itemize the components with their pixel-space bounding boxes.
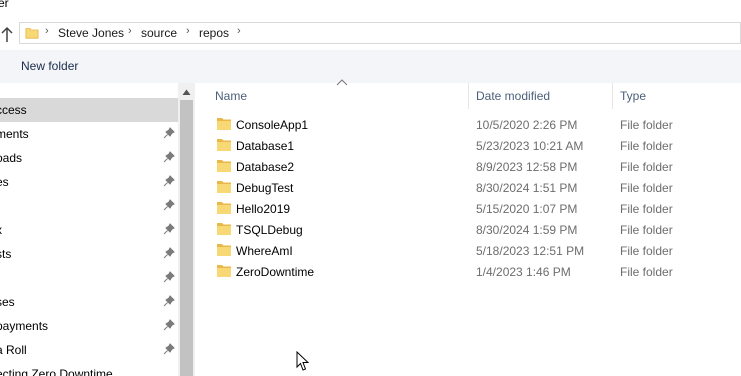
column-divider[interactable] xyxy=(468,83,469,109)
nav-scrollbar[interactable] xyxy=(178,83,195,376)
nav-item[interactable]: ccess xyxy=(0,98,178,122)
file-list: Name Date modified Type ConsoleApp1 10/5/… xyxy=(195,79,741,376)
folder-icon xyxy=(217,181,231,193)
column-header-date-modified[interactable]: Date modified xyxy=(476,89,550,103)
column-header-type[interactable]: Type xyxy=(620,89,646,103)
folder-icon xyxy=(217,118,231,130)
file-name: DebugTest xyxy=(236,181,294,195)
breadcrumb-separator: › xyxy=(128,25,132,37)
file-type: File folder xyxy=(620,181,673,195)
folder-icon xyxy=(25,28,39,39)
file-type: File folder xyxy=(620,118,673,132)
breadcrumb-separator: › xyxy=(237,25,241,37)
pin-icon[interactable] xyxy=(163,319,175,333)
scroll-thumb[interactable] xyxy=(180,100,193,376)
nav-item[interactable]: oads xyxy=(0,146,178,170)
file-date-modified: 1/4/2023 1:46 PM xyxy=(476,265,571,279)
breadcrumb-separator: › xyxy=(45,25,49,37)
file-row[interactable]: Database1 5/23/2023 10:21 AM File folder xyxy=(209,135,741,156)
file-type: File folder xyxy=(620,139,673,153)
pin-icon[interactable] xyxy=(163,127,175,141)
pin-icon[interactable] xyxy=(163,199,175,213)
file-date-modified: 8/30/2024 1:59 PM xyxy=(476,223,578,237)
breadcrumb-source[interactable]: source xyxy=(141,26,177,40)
nav-item-label: x xyxy=(0,223,2,237)
nav-item[interactable]: ecting Zero Downtime xyxy=(0,362,178,376)
file-date-modified: 5/15/2020 1:07 PM xyxy=(476,202,578,216)
folder-icon xyxy=(217,202,231,214)
column-header-name[interactable]: Name xyxy=(215,89,247,103)
address-row: › Steve Jones › source › repos › xyxy=(0,18,741,50)
file-name: Database1 xyxy=(236,139,295,153)
file-row[interactable]: ConsoleApp1 10/5/2020 2:26 PM File folder xyxy=(209,114,741,135)
mouse-cursor-icon xyxy=(296,351,309,371)
breadcrumb-separator: › xyxy=(186,25,190,37)
scroll-up-icon[interactable] xyxy=(182,88,191,96)
file-name: TSQLDebug xyxy=(236,223,303,237)
nav-item-label: ses xyxy=(0,295,15,309)
nav-item-label: payments xyxy=(0,319,49,333)
file-date-modified: 10/5/2020 2:26 PM xyxy=(476,118,578,132)
pin-icon[interactable] xyxy=(163,295,175,309)
folder-icon xyxy=(217,139,231,151)
nav-item[interactable]: a Roll xyxy=(0,338,178,362)
file-type: File folder xyxy=(620,202,673,216)
nav-item-label: ecting Zero Downtime xyxy=(0,367,113,376)
nav-item[interactable]: x xyxy=(0,218,178,242)
file-row[interactable]: Hello2019 5/15/2020 1:07 PM File folder xyxy=(209,198,741,219)
column-divider[interactable] xyxy=(612,83,613,109)
file-row[interactable]: DebugTest 8/30/2024 1:51 PM File folder xyxy=(209,177,741,198)
command-bar: New folder xyxy=(0,50,741,83)
file-row[interactable]: TSQLDebug 8/30/2024 1:59 PM File folder xyxy=(209,219,741,240)
folder-icon xyxy=(217,265,231,277)
nav-item[interactable] xyxy=(0,194,178,218)
up-arrow-icon[interactable] xyxy=(0,23,14,45)
folder-icon xyxy=(217,244,231,256)
title-bar: er xyxy=(0,0,741,18)
file-name: Database2 xyxy=(236,160,295,174)
file-row[interactable]: WhereAmI 5/18/2023 12:51 PM File folder xyxy=(209,240,741,261)
pin-icon[interactable] xyxy=(163,175,175,189)
breadcrumb-repos[interactable]: repos xyxy=(199,26,229,40)
new-folder-button[interactable]: New folder xyxy=(21,59,78,73)
pin-icon[interactable] xyxy=(163,223,175,237)
file-name: ConsoleApp1 xyxy=(236,118,309,132)
nav-item-label: ccess xyxy=(0,103,27,117)
nav-item[interactable]: sts xyxy=(0,242,178,266)
nav-item-label: a Roll xyxy=(0,343,27,357)
file-date-modified: 8/30/2024 1:51 PM xyxy=(476,181,578,195)
file-date-modified: 5/18/2023 12:51 PM xyxy=(476,244,585,258)
file-name: ZeroDowntime xyxy=(236,265,315,279)
nav-item-label: oads xyxy=(0,151,23,165)
file-type: File folder xyxy=(620,265,673,279)
pin-icon[interactable] xyxy=(163,247,175,261)
folder-icon xyxy=(217,223,231,235)
file-name: WhereAmI xyxy=(236,244,293,258)
file-date-modified: 5/23/2023 10:21 AM xyxy=(476,139,584,153)
nav-item[interactable]: es xyxy=(0,170,178,194)
window-title: er xyxy=(0,0,9,10)
file-row[interactable]: Database2 8/9/2023 12:58 PM File folder xyxy=(209,156,741,177)
navigation-pane: ccess ments oads es x sts ses payments a Roll ect… xyxy=(0,83,178,376)
nav-item[interactable] xyxy=(0,266,178,290)
nav-item[interactable]: ments xyxy=(0,122,178,146)
pin-icon[interactable] xyxy=(163,343,175,357)
file-type: File folder xyxy=(620,244,673,258)
nav-item-label: sts xyxy=(0,247,12,261)
folder-icon xyxy=(217,160,231,172)
pin-icon[interactable] xyxy=(163,271,175,285)
file-type: File folder xyxy=(620,223,673,237)
nav-item[interactable]: payments xyxy=(0,314,178,338)
nav-item[interactable]: ses xyxy=(0,290,178,314)
file-name: Hello2019 xyxy=(236,202,291,216)
nav-item-label: es xyxy=(0,175,9,189)
pin-icon[interactable] xyxy=(163,151,175,165)
file-row[interactable]: ZeroDowntime 1/4/2023 1:46 PM File folder xyxy=(209,261,741,282)
breadcrumb-steve-jones[interactable]: Steve Jones xyxy=(58,26,124,40)
file-date-modified: 8/9/2023 12:58 PM xyxy=(476,160,578,174)
address-bar[interactable]: › Steve Jones › source › repos › xyxy=(19,22,741,44)
file-type: File folder xyxy=(620,160,673,174)
nav-item-label: ments xyxy=(0,127,29,141)
sort-caret-icon xyxy=(336,79,348,86)
